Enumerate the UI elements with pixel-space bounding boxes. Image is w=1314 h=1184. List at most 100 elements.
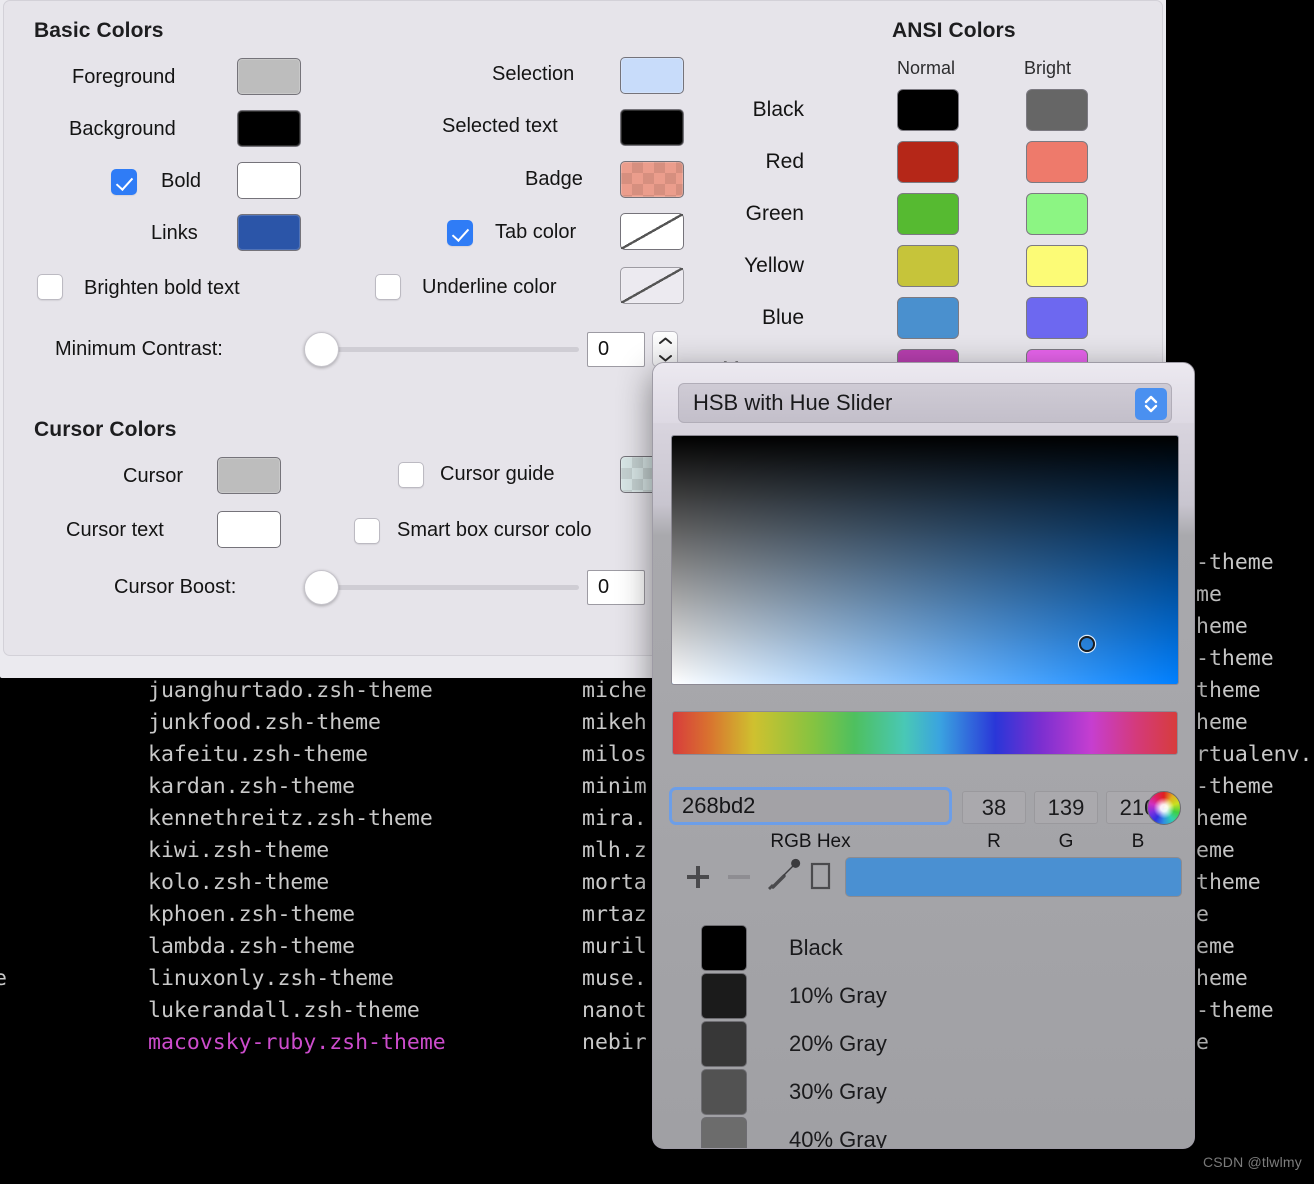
color-picker-mode-label: HSB with Hue Slider	[693, 390, 893, 415]
ansi-row-label-yellow: Yellow	[744, 254, 804, 277]
color-well-tab-color[interactable]	[620, 213, 684, 250]
terminal-theme-list-1: juanghurtado.zsh-theme junkfood.zsh-them…	[148, 678, 433, 1023]
saturation-brightness-field[interactable]	[671, 435, 1179, 685]
slider-knob-minimum-contrast[interactable]	[304, 332, 339, 367]
blue-caption: B	[1131, 831, 1145, 852]
value-cursor-boost[interactable]: 0	[587, 570, 645, 605]
color-picker-panel: HSB with Hue Slider 268bd2 RGB Hex 38 R …	[652, 362, 1195, 1149]
red-input[interactable]: 38	[962, 791, 1026, 824]
swatch-chip[interactable]	[701, 1069, 747, 1115]
red-caption: R	[987, 831, 1001, 852]
green-input[interactable]: 139	[1034, 791, 1098, 824]
ansi-column-header-normal: Normal	[897, 58, 956, 78]
color-well-cursor-text[interactable]	[217, 511, 281, 548]
ansi-well-black-bright[interactable]	[1026, 89, 1088, 131]
swatch-label: Black	[789, 935, 843, 960]
swatch-list[interactable]: Black 10% Gray 20% Gray 30% Gray 40% Gra…	[653, 915, 1194, 1148]
label-badge: Badge	[525, 168, 583, 190]
ansi-row-label-blue: Blue	[761, 306, 804, 329]
swatch-row-black[interactable]: Black	[701, 925, 843, 971]
ansi-well-yellow-bright[interactable]	[1026, 245, 1088, 287]
swatch-chip[interactable]	[701, 973, 747, 1019]
slider-track-cursor-boost[interactable]	[304, 585, 579, 590]
value-minimum-contrast[interactable]: 0	[587, 332, 645, 367]
ansi-row-label-green: Green	[745, 202, 804, 225]
color-well-links[interactable]	[237, 214, 301, 251]
swatch-chip[interactable]	[701, 925, 747, 971]
label-minimum-contrast: Minimum Contrast:	[55, 338, 223, 360]
checkbox-bold[interactable]	[111, 169, 137, 195]
screen: juanghurtado.zsh-theme junkfood.zsh-them…	[0, 0, 1314, 1184]
ansi-well-blue-bright[interactable]	[1026, 297, 1088, 339]
ansi-row-label-red: Red	[765, 150, 804, 173]
ansi-well-blue-normal[interactable]	[897, 297, 959, 339]
color-well-bold[interactable]	[237, 162, 301, 199]
ansi-row-label-black: Black	[752, 98, 804, 121]
label-bold: Bold	[161, 170, 202, 192]
ansi-well-yellow-normal[interactable]	[897, 245, 959, 287]
gradient-black-layer	[672, 436, 1178, 684]
swatch-chip[interactable]	[701, 1021, 747, 1067]
color-well-badge[interactable]	[620, 161, 684, 198]
swatch-label: 10% Gray	[789, 983, 887, 1008]
swatch-row-10-gray[interactable]: 10% Gray	[701, 973, 887, 1019]
label-underline-color: Underline color	[422, 276, 557, 298]
ansi-well-red-normal[interactable]	[897, 141, 959, 183]
swatch-row-20-gray[interactable]: 20% Gray	[701, 1021, 887, 1067]
swatch-chip[interactable]	[701, 1117, 747, 1148]
color-wheel-icon[interactable]	[1147, 791, 1181, 825]
ansi-column-header-bright: Bright	[1024, 58, 1072, 78]
checkbox-smart-box-cursor-color[interactable]	[354, 518, 380, 544]
label-cursor-guide: Cursor guide	[440, 463, 555, 485]
hue-slider[interactable]	[672, 711, 1178, 755]
ansi-colors-heading: ANSI Colors	[892, 19, 1016, 42]
label-brighten-bold-text: Brighten bold text	[84, 277, 240, 299]
label-cursor-text: Cursor text	[66, 519, 164, 541]
terminal-left-fragment: e	[0, 966, 7, 991]
label-cursor-boost: Cursor Boost:	[114, 576, 237, 598]
terminal-theme-column-1: juanghurtado.zsh-theme junkfood.zsh-them…	[148, 675, 446, 1059]
ansi-well-green-bright[interactable]	[1026, 193, 1088, 235]
label-tab-color: Tab color	[495, 221, 577, 243]
checkbox-underline-color[interactable]	[375, 274, 401, 300]
selected-color-preview[interactable]	[845, 857, 1182, 897]
color-chip-icon[interactable]	[806, 857, 836, 900]
color-well-underline-color[interactable]	[620, 267, 684, 304]
swatch-label: 30% Gray	[789, 1079, 887, 1104]
checkbox-cursor-guide[interactable]	[398, 462, 424, 488]
label-selected-text: Selected text	[442, 115, 558, 137]
terminal-theme-highlighted: macovsky-ruby.zsh-theme	[148, 1030, 446, 1055]
ansi-well-green-normal[interactable]	[897, 193, 959, 235]
green-caption: G	[1058, 831, 1074, 852]
add-swatch-icon[interactable]	[682, 859, 714, 900]
ansi-well-red-bright[interactable]	[1026, 141, 1088, 183]
checkbox-brighten-bold-text[interactable]	[37, 274, 63, 300]
slider-track-minimum-contrast[interactable]	[304, 347, 579, 352]
label-links: Links	[151, 222, 198, 244]
cursor-colors-heading: Cursor Colors	[34, 418, 177, 441]
label-cursor: Cursor	[123, 465, 184, 487]
checkbox-tab-color[interactable]	[447, 220, 473, 246]
chevron-up-icon	[658, 337, 672, 344]
color-well-cursor[interactable]	[217, 457, 281, 494]
label-background: Background	[69, 118, 176, 140]
hex-input[interactable]: 268bd2	[669, 787, 952, 825]
chevron-updown-icon[interactable]	[1135, 388, 1167, 420]
swatch-row-40-gray[interactable]: 40% Gray	[701, 1117, 887, 1148]
chevron-down-icon	[658, 354, 672, 361]
slider-knob-cursor-boost[interactable]	[304, 570, 339, 605]
terminal-theme-column-3: -theme me heme -theme theme heme rtualen…	[1196, 550, 1313, 1055]
remove-swatch-icon[interactable]	[723, 859, 755, 900]
color-well-background[interactable]	[237, 110, 301, 147]
eyedropper-icon[interactable]	[765, 857, 801, 900]
basic-colors-heading: Basic Colors	[34, 19, 164, 42]
color-well-selected-text[interactable]	[620, 109, 684, 146]
label-selection: Selection	[492, 63, 575, 85]
hex-input-value: 268bd2	[682, 793, 756, 818]
ansi-well-black-normal[interactable]	[897, 89, 959, 131]
color-picker-mode-select[interactable]: HSB with Hue Slider	[678, 383, 1172, 423]
color-well-foreground[interactable]	[237, 58, 301, 95]
swatch-row-30-gray[interactable]: 30% Gray	[701, 1069, 887, 1115]
color-well-selection[interactable]	[620, 57, 684, 94]
watermark: CSDN @tlwlmy	[1202, 1154, 1302, 1170]
